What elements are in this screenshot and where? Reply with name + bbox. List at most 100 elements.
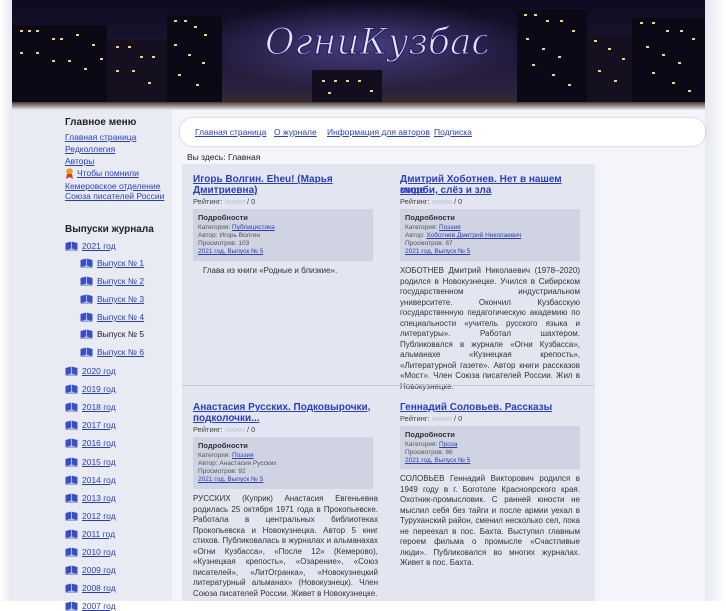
issue-link[interactable]: 2021 год, Выпуск № 5 [198, 248, 263, 255]
year-2009-link[interactable]: 2009 год [82, 565, 116, 575]
issue-5-link[interactable]: Выпуск № 5 [97, 329, 144, 339]
nav-home[interactable]: Главная страница [195, 127, 266, 137]
article-intro: РУССКИХ (Куприк) Анастасия Евгеньевна ро… [193, 494, 378, 598]
window-light [688, 90, 691, 92]
article-title-line2[interactable]: скорби, слёз и зла [400, 185, 491, 196]
menu-item-home[interactable]: Главная страница [65, 132, 136, 142]
category-link[interactable]: Публицистика [232, 224, 275, 231]
year-2014-link[interactable]: 2014 год [82, 475, 116, 485]
details-heading: Подробности [198, 213, 248, 222]
book-icon [80, 294, 93, 304]
rating-stars-icon[interactable]: ○○○○○ [225, 425, 246, 434]
window-light [188, 54, 191, 56]
category-link[interactable]: Поэзия [439, 224, 461, 231]
issue-2-link[interactable]: Выпуск № 2 [97, 276, 144, 286]
year-2008-link[interactable]: 2008 год [82, 583, 116, 593]
issue-3-link[interactable]: Выпуск № 3 [97, 294, 144, 304]
window-light [174, 20, 177, 22]
nav-subscription[interactable]: Подписка [434, 127, 472, 137]
year-2011-link[interactable]: 2011 год [82, 529, 115, 539]
book-icon [80, 276, 93, 286]
book-icon [80, 312, 93, 322]
category-link[interactable]: Поэзия [232, 452, 254, 459]
window-light [358, 80, 361, 82]
details-author: Автор: Хоботнев Дмитрий Николаевич [405, 232, 522, 239]
window-light [322, 80, 325, 82]
year-2018-link[interactable]: 2018 год [82, 402, 116, 412]
window-light [128, 46, 131, 48]
window-light [608, 48, 611, 50]
issue-1-link[interactable]: Выпуск № 1 [97, 258, 144, 268]
window-light [678, 62, 681, 64]
rating-value: / 0 [246, 425, 256, 434]
menu-item-kemerovo-branch[interactable]: Кемеровское отделение [65, 181, 160, 191]
nav-author-info[interactable]: Информация для авторов [327, 127, 430, 137]
year-2020-link[interactable]: 2020 год [82, 366, 116, 376]
site-logo: ОгниКузбасса [264, 21, 487, 63]
window-light [640, 22, 643, 24]
window-light [178, 74, 181, 76]
details-category: Категория: Публицистика [198, 224, 275, 231]
rating-stars-icon[interactable]: ○○○○○ [432, 197, 453, 206]
article-title-line1[interactable]: Геннадий Соловьев. Рассказы [400, 402, 552, 413]
year-2012-link[interactable]: 2012 год [82, 511, 116, 521]
nav-about[interactable]: О журнале [274, 127, 317, 137]
book-icon [65, 366, 78, 376]
page: ОгниКузбасса Главное меню Главная страни… [12, 0, 705, 611]
top-nav-bar: Главная страница О журнале Информация дл… [180, 118, 705, 146]
article-separator [182, 385, 595, 386]
year-2015-link[interactable]: 2015 год [82, 457, 116, 467]
menu-item-writers-union[interactable]: Союза писателей России [65, 191, 164, 201]
window-light [36, 52, 39, 54]
year-2017-link[interactable]: 2017 год [82, 420, 116, 430]
details-category: Категория: Поэзия [405, 224, 461, 231]
page-shadow-left [0, 0, 12, 601]
rating-value: / 0 [453, 197, 463, 206]
article-solovyov: Геннадий Соловьев. Рассказы Рейтинг: ○○○… [400, 402, 580, 592]
building [517, 10, 587, 110]
menu-item-in-memoriam[interactable]: Чтобы помнили [77, 168, 139, 178]
issue-link[interactable]: 2021 год, Выпуск № 5 [405, 248, 470, 255]
breadcrumb: Вы здесь: Главная [187, 152, 261, 162]
year-2010-link[interactable]: 2010 год [82, 547, 116, 557]
article-title-line1[interactable]: Анастасия Русских. Подковырочки, [193, 402, 370, 413]
details-heading: Подробности [198, 441, 248, 450]
year-2016-link[interactable]: 2016 год [82, 438, 116, 448]
article-russkikh: Анастасия Русских. Подковырочки, подколо… [193, 402, 378, 601]
issue-4-link[interactable]: Выпуск № 4 [97, 312, 144, 322]
issue-6-link[interactable]: Выпуск № 6 [97, 347, 144, 357]
author-link[interactable]: Хоботнев Дмитрий Николаевич [426, 232, 521, 239]
main-menu-title: Главное меню [65, 117, 137, 128]
menu-item-authors[interactable]: Авторы [65, 156, 94, 166]
article-title-line1[interactable]: Игорь Волгин. Eheu! (Марья [193, 174, 333, 185]
year-2013-link[interactable]: 2013 год [82, 493, 116, 503]
rating-stars-icon[interactable]: ○○○○○ [432, 414, 453, 423]
book-icon [80, 258, 93, 268]
window-light [204, 34, 207, 36]
menu-item-editorial-board[interactable]: Редколлегия [65, 144, 115, 154]
window-light [560, 20, 563, 22]
details-heading: Подробности [405, 213, 455, 222]
category-link[interactable]: Проза [439, 441, 457, 448]
issue-link[interactable]: 2021 год, Выпуск № 5 [198, 476, 263, 483]
window-light [346, 80, 349, 82]
window-light [594, 40, 597, 42]
rating-stars-icon[interactable]: ○○○○○ [225, 197, 246, 206]
window-light [20, 52, 23, 54]
article-intro: Глава из книги «Родные и близкие». [203, 266, 338, 275]
window-light [568, 84, 571, 86]
article-rating: Рейтинг: ○○○○○ / 0 [193, 425, 255, 434]
year-2007-link[interactable]: 2007 год [82, 601, 116, 611]
window-light [652, 72, 655, 74]
issue-link[interactable]: 2021 год, Выпуск № 5 [405, 457, 470, 464]
year-2021-link[interactable]: 2021 год [82, 241, 116, 251]
year-2019-link[interactable]: 2019 год [82, 384, 116, 394]
book-icon [80, 347, 93, 357]
window-light [680, 30, 683, 32]
site-logo-text: ОгниКузбасса [265, 22, 487, 63]
article-title-line2[interactable]: подколочки... [193, 413, 259, 424]
book-icon [65, 511, 78, 521]
rating-label: Рейтинг: [193, 425, 223, 434]
page-shadow-right [705, 0, 726, 601]
article-title-line2[interactable]: Дмитриевна) [193, 185, 257, 196]
